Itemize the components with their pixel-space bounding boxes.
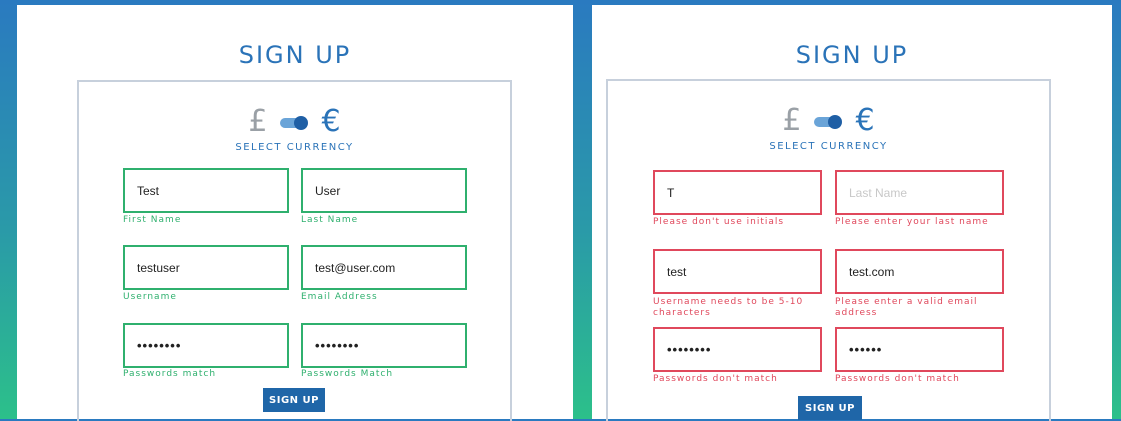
username-input[interactable]: testuser xyxy=(123,245,289,290)
email-helper: Email Address xyxy=(301,292,378,302)
last-name-input[interactable]: Last Name xyxy=(835,170,1004,215)
currency-label: SELECT CURRENCY xyxy=(235,142,354,153)
last-name-input[interactable]: User xyxy=(301,168,467,213)
page-title: SIGN UP xyxy=(795,41,909,69)
toggle-knob[interactable] xyxy=(293,116,308,130)
email-input[interactable]: test.com xyxy=(835,249,1004,294)
confirm-password-input[interactable]: •••••••• xyxy=(301,323,467,368)
first-name-input[interactable]: T xyxy=(653,170,822,215)
pound-icon[interactable]: £ xyxy=(782,106,801,136)
currency-toggle[interactable] xyxy=(813,114,844,129)
first-name-input[interactable]: Test xyxy=(123,168,289,213)
toggle-knob[interactable] xyxy=(827,115,842,129)
password-error: Passwords don't match xyxy=(653,374,778,384)
last-name-error: Please enter your last name xyxy=(835,217,989,227)
username-error: Username needs to be 5-10 characters xyxy=(653,297,804,318)
signup-form: £ € SELECT CURRENCY Test First Name User… xyxy=(77,80,512,421)
password-input[interactable]: •••••••• xyxy=(123,323,289,368)
username-input[interactable]: test xyxy=(653,249,822,294)
confirm-password-error: Passwords don't match xyxy=(835,374,960,384)
currency-selector: £ € xyxy=(79,102,510,142)
password-input[interactable]: •••••••• xyxy=(653,327,822,372)
email-input[interactable]: test@user.com xyxy=(301,245,467,290)
sign-up-button[interactable]: SIGN UP xyxy=(798,396,862,420)
currency-toggle[interactable] xyxy=(279,115,310,130)
confirm-password-input[interactable]: •••••• xyxy=(835,327,1004,372)
email-error: Please enter a valid email address xyxy=(835,297,978,318)
username-helper: Username xyxy=(123,292,177,302)
password-helper: Passwords match xyxy=(123,369,217,379)
currency-selector: £ € xyxy=(608,101,1049,141)
confirm-password-helper: Passwords Match xyxy=(301,369,394,379)
first-name-error: Please don't use initials xyxy=(653,217,785,227)
page-title: SIGN UP xyxy=(238,41,352,69)
signup-form: £ € SELECT CURRENCY T Please don't use i… xyxy=(606,79,1051,421)
first-name-helper: First Name xyxy=(123,215,182,225)
sign-up-button[interactable]: SIGN UP xyxy=(263,388,325,412)
pound-icon[interactable]: £ xyxy=(248,107,267,137)
signup-card-valid: SIGN UP £ € SELECT CURRENCY Test First N… xyxy=(17,5,573,421)
last-name-helper: Last Name xyxy=(301,215,359,225)
euro-icon[interactable]: € xyxy=(322,107,341,137)
signup-card-errors: SIGN UP £ € SELECT CURRENCY T Please don… xyxy=(592,5,1112,421)
euro-icon[interactable]: € xyxy=(856,106,875,136)
currency-label: SELECT CURRENCY xyxy=(769,141,888,152)
